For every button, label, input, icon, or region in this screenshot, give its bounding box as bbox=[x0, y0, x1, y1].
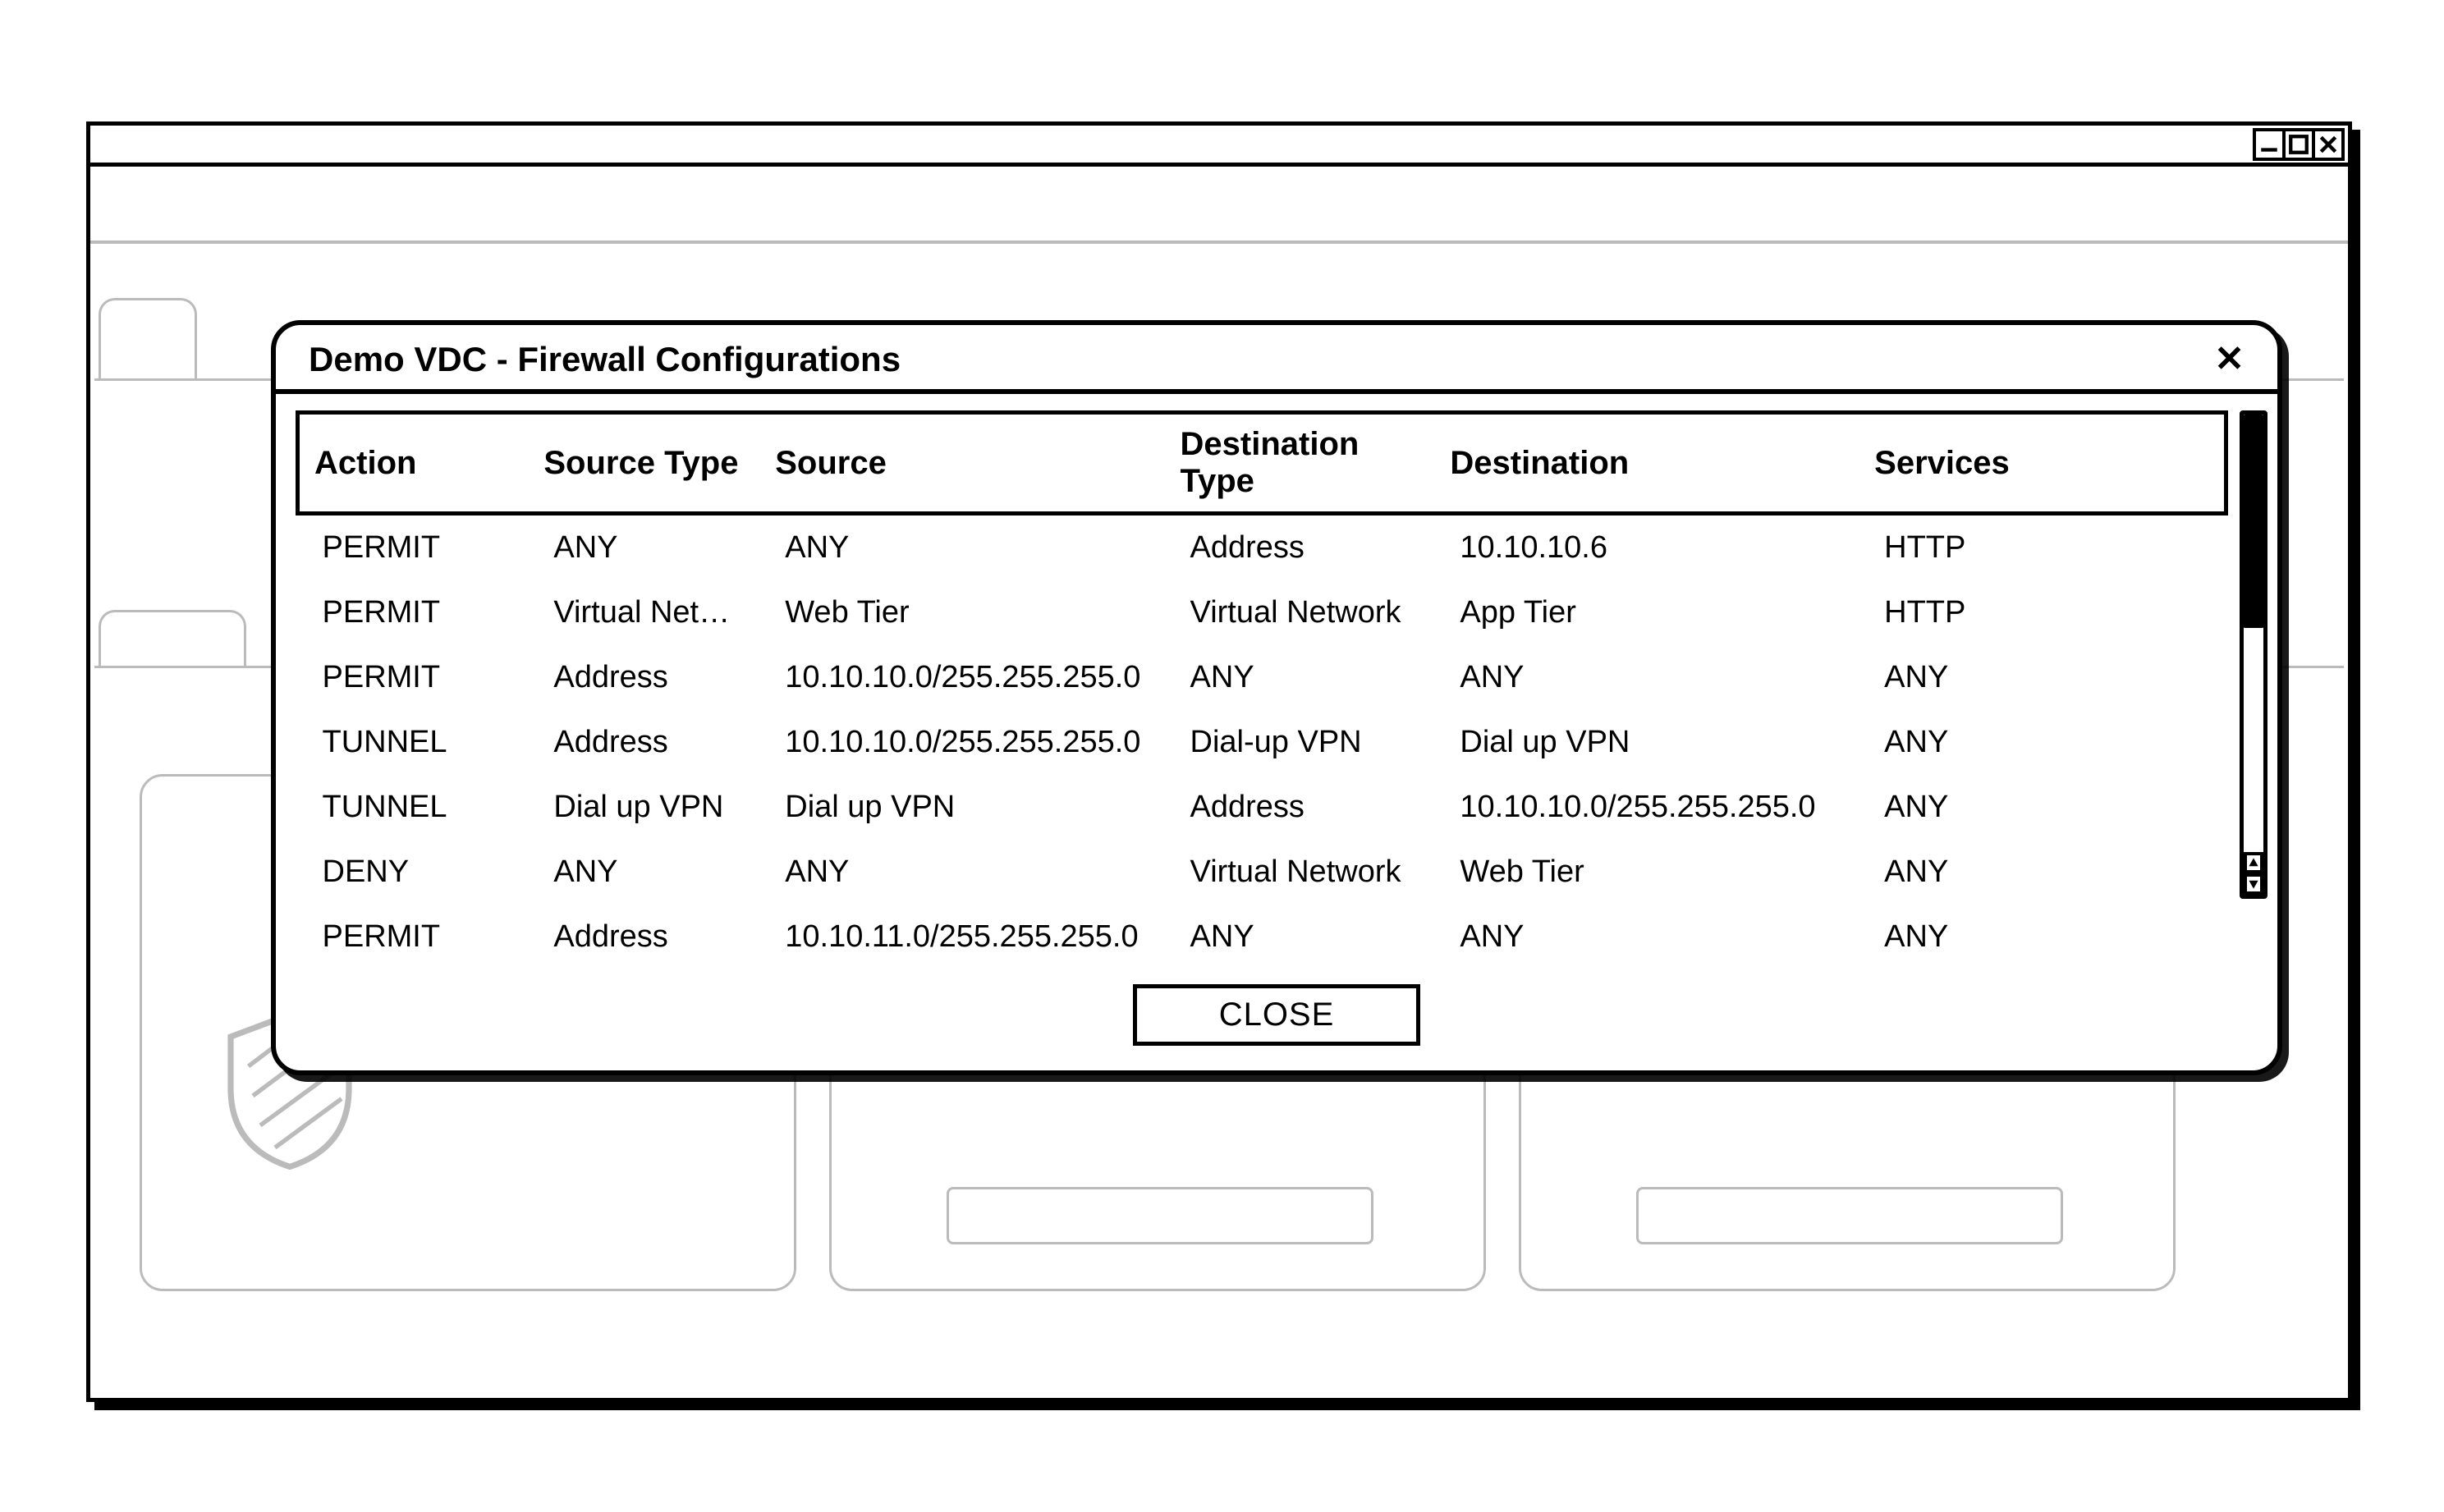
table-row[interactable]: DENYANYANYVirtual NetworkWeb TierANY bbox=[298, 840, 2226, 905]
table-row[interactable]: PERMITVirtual NetworkWeb TierVirtual Net… bbox=[298, 580, 2226, 645]
background-toolbar-divider bbox=[90, 241, 2348, 244]
cell-services: HTTP bbox=[1859, 514, 2226, 581]
cell-source-type: Address bbox=[529, 645, 760, 710]
cell-source: ANY bbox=[760, 514, 1165, 581]
table-row[interactable]: PERMITANYANYAddress10.10.10.6HTTP bbox=[298, 514, 2226, 581]
scrollbar-thumb[interactable] bbox=[2242, 415, 2265, 628]
parent-window-titlebar bbox=[90, 126, 2348, 167]
vertical-scrollbar[interactable] bbox=[2240, 410, 2267, 899]
cell-source: 10.10.10.0/255.255.255.0 bbox=[760, 645, 1165, 710]
cell-services: ANY bbox=[1859, 775, 2226, 840]
cell-services: ANY bbox=[1859, 905, 2226, 969]
cell-services: ANY bbox=[1859, 645, 2226, 710]
cell-destination: ANY bbox=[1435, 905, 1859, 969]
col-header-services[interactable]: Services bbox=[1859, 413, 2226, 514]
cell-source-type: Address bbox=[529, 710, 760, 775]
cell-destination: ANY bbox=[1435, 645, 1859, 710]
cell-source-type: Address bbox=[529, 905, 760, 969]
cell-action: TUNNEL bbox=[298, 775, 530, 840]
table-row[interactable]: PERMITAddress10.10.11.0/255.255.255.0ANY… bbox=[298, 905, 2226, 969]
dialog-title: Demo VDC - Firewall Configurations bbox=[309, 340, 901, 379]
table-row[interactable]: TUNNELDial up VPNDial up VPNAddress10.10… bbox=[298, 775, 2226, 840]
table-header-row: Action Source Type Source Destination Ty… bbox=[298, 413, 2226, 514]
cell-services: HTTP bbox=[1859, 580, 2226, 645]
dialog-header: Demo VDC - Firewall Configurations ✕ bbox=[276, 325, 2277, 394]
cell-destination: Web Tier bbox=[1435, 840, 1859, 905]
cell-source: Web Tier bbox=[760, 580, 1165, 645]
cell-source: ANY bbox=[760, 840, 1165, 905]
cell-destination-type: ANY bbox=[1166, 905, 1436, 969]
dialog-body: Action Source Type Source Destination Ty… bbox=[276, 394, 2277, 978]
cell-destination: Dial up VPN bbox=[1435, 710, 1859, 775]
col-header-destination-type[interactable]: Destination Type bbox=[1166, 413, 1436, 514]
scroll-down-button[interactable] bbox=[2244, 873, 2263, 895]
firewall-config-dialog: Demo VDC - Firewall Configurations ✕ Act… bbox=[271, 320, 2282, 1075]
cell-destination-type: Address bbox=[1166, 775, 1436, 840]
cell-action: TUNNEL bbox=[298, 710, 530, 775]
cell-destination-type: Virtual Network bbox=[1166, 580, 1436, 645]
col-header-action[interactable]: Action bbox=[298, 413, 530, 514]
maximize-button[interactable] bbox=[2282, 128, 2315, 161]
scroll-up-button[interactable] bbox=[2244, 852, 2263, 873]
cell-destination: App Tier bbox=[1435, 580, 1859, 645]
background-tab-placeholder bbox=[99, 298, 197, 380]
cell-source: 10.10.10.0/255.255.255.0 bbox=[760, 710, 1165, 775]
cell-services: ANY bbox=[1859, 840, 2226, 905]
cell-destination: 10.10.10.6 bbox=[1435, 514, 1859, 581]
col-header-source[interactable]: Source bbox=[760, 413, 1165, 514]
dialog-close-icon[interactable]: ✕ bbox=[2214, 341, 2245, 378]
cell-source-type: ANY bbox=[529, 840, 760, 905]
cell-action: DENY bbox=[298, 840, 530, 905]
background-subtab-placeholder bbox=[99, 610, 246, 667]
cell-source-type: Virtual Network bbox=[529, 580, 760, 645]
firewall-table-wrap: Action Source Type Source Destination Ty… bbox=[296, 410, 2235, 978]
window-close-button[interactable] bbox=[2312, 128, 2345, 161]
cell-source-type: ANY bbox=[529, 514, 760, 581]
cell-action: PERMIT bbox=[298, 514, 530, 581]
col-header-destination[interactable]: Destination bbox=[1435, 413, 1859, 514]
firewall-rules-table: Action Source Type Source Destination Ty… bbox=[296, 410, 2228, 969]
cell-destination-type: Dial-up VPN bbox=[1166, 710, 1436, 775]
close-button[interactable]: CLOSE bbox=[1133, 984, 1421, 1046]
cell-source: Dial up VPN bbox=[760, 775, 1165, 840]
cell-destination: 10.10.10.0/255.255.255.0 bbox=[1435, 775, 1859, 840]
dialog-footer: CLOSE bbox=[276, 978, 2277, 1070]
col-header-source-type[interactable]: Source Type bbox=[529, 413, 760, 514]
cell-source-type: Dial up VPN bbox=[529, 775, 760, 840]
cell-source: 10.10.11.0/255.255.255.0 bbox=[760, 905, 1165, 969]
cell-action: PERMIT bbox=[298, 645, 530, 710]
cell-destination-type: Virtual Network bbox=[1166, 840, 1436, 905]
background-input-placeholder bbox=[1636, 1187, 2063, 1244]
cell-services: ANY bbox=[1859, 710, 2226, 775]
table-row[interactable]: PERMITAddress10.10.10.0/255.255.255.0ANY… bbox=[298, 645, 2226, 710]
cell-action: PERMIT bbox=[298, 905, 530, 969]
cell-action: PERMIT bbox=[298, 580, 530, 645]
minimize-button[interactable] bbox=[2253, 128, 2286, 161]
table-row[interactable]: TUNNELAddress10.10.10.0/255.255.255.0Dia… bbox=[298, 710, 2226, 775]
background-input-placeholder bbox=[947, 1187, 1373, 1244]
cell-destination-type: Address bbox=[1166, 514, 1436, 581]
cell-destination-type: ANY bbox=[1166, 645, 1436, 710]
